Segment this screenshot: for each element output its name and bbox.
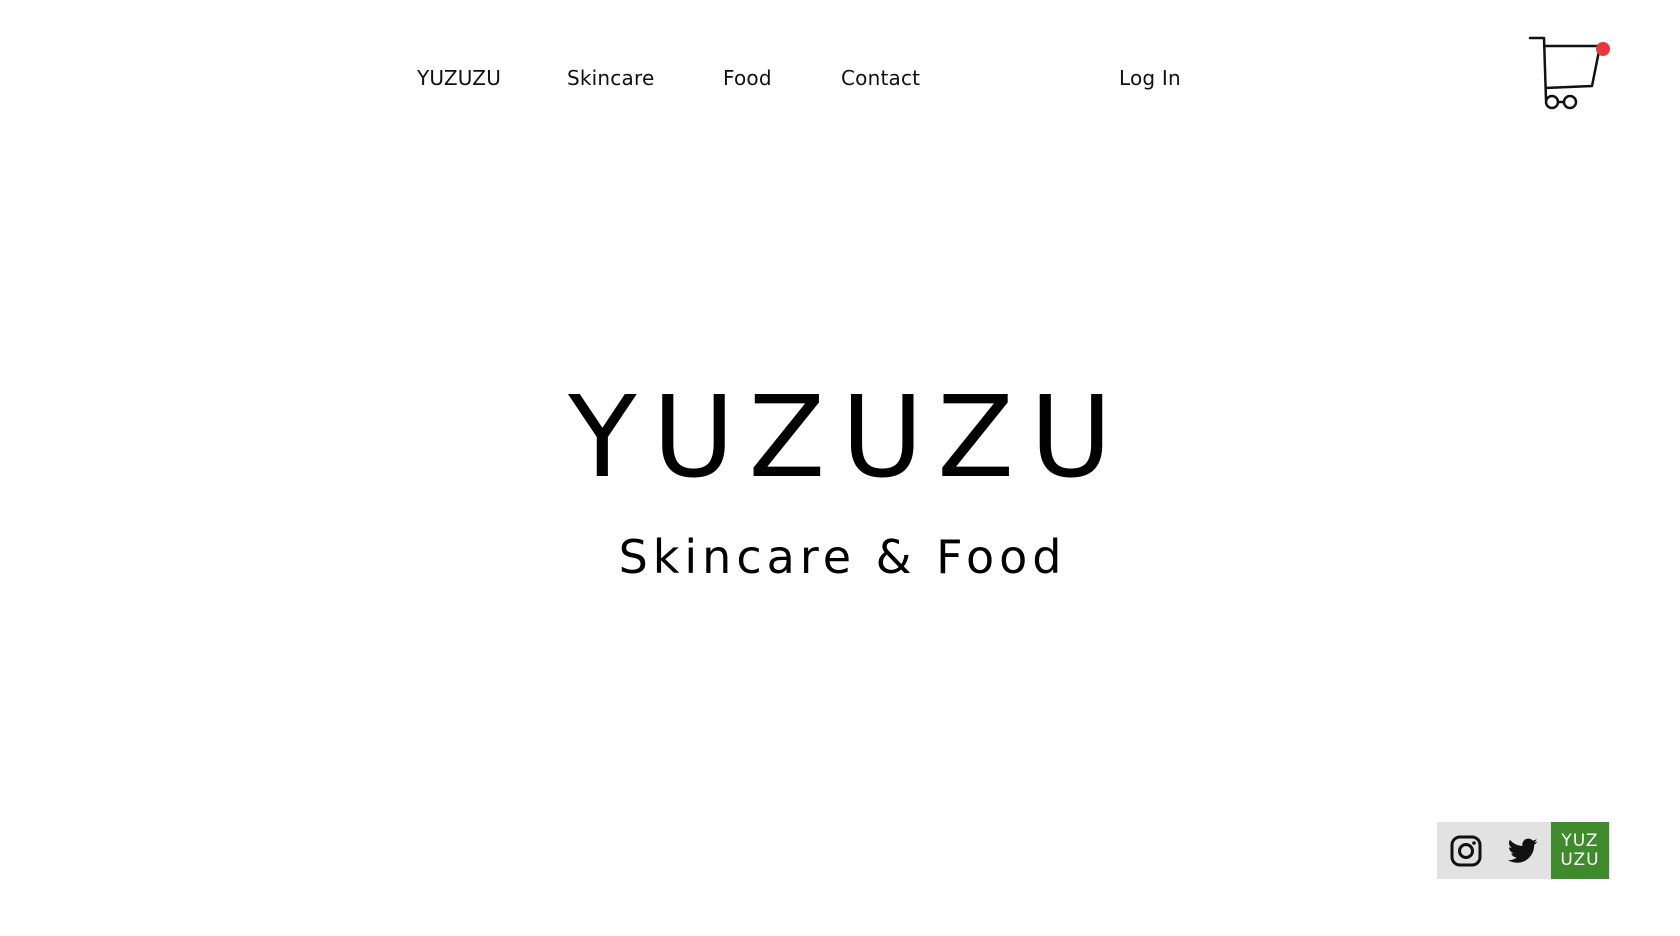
brand-logo-line-2: UZU: [1560, 849, 1600, 870]
login-link[interactable]: Log In: [1119, 66, 1181, 90]
top-nav: YUZUZU Skincare Food Contact Log In: [0, 56, 1680, 100]
yuzuzu-logo-icon: YUZ UZU: [1560, 830, 1600, 870]
hero-title: YUZUZU: [568, 373, 1128, 503]
hero-subtitle: Skincare & Food: [618, 530, 1067, 584]
cart-notification-dot: [1596, 42, 1610, 56]
instagram-button[interactable]: [1437, 822, 1494, 879]
brand-logo-line-1: YUZ: [1561, 830, 1599, 851]
page: YUZUZU Skincare Food Contact Log In YUZU…: [0, 0, 1680, 936]
nav-item-skincare[interactable]: Skincare: [567, 66, 654, 90]
social-bar: YUZ UZU: [1437, 822, 1610, 879]
nav-item-contact[interactable]: Contact: [841, 66, 920, 90]
hero: YUZUZU Skincare & Food: [0, 382, 1680, 580]
instagram-icon: [1450, 835, 1481, 866]
yuzuzu-brand-button[interactable]: YUZ UZU: [1551, 822, 1609, 879]
nav-item-yuzuzu[interactable]: YUZUZU: [417, 66, 501, 90]
nav-item-food[interactable]: Food: [723, 66, 772, 90]
twitter-icon: [1507, 838, 1537, 863]
twitter-button[interactable]: [1494, 822, 1551, 879]
